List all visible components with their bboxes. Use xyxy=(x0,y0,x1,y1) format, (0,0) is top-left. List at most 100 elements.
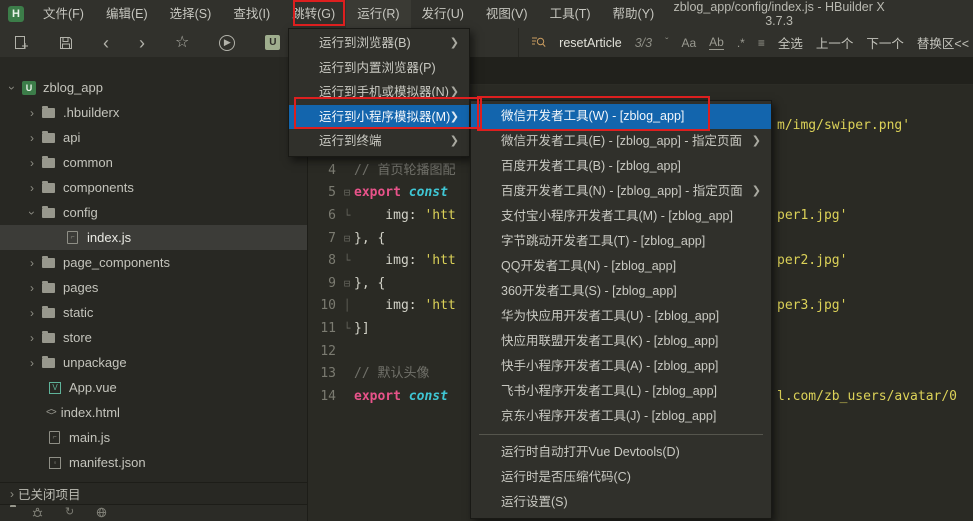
tree-folder-store[interactable]: › store xyxy=(0,325,307,350)
code-comment: // 默认头像 xyxy=(354,363,429,385)
search-query[interactable]: resetArticle xyxy=(559,36,622,50)
tree-folder-pages[interactable]: › pages xyxy=(0,275,307,300)
chevron-right-icon[interactable]: › xyxy=(26,281,38,295)
multiline-toggle-icon[interactable]: ≡ xyxy=(758,36,765,50)
menu-run[interactable]: 运行(R) xyxy=(346,0,410,28)
menu-item-run-terminal[interactable]: 运行到终端 ❯ xyxy=(289,129,469,154)
new-file-icon[interactable] xyxy=(14,35,29,50)
tree-folder-unpackage[interactable]: › unpackage xyxy=(0,350,307,375)
next-button[interactable]: 下一个 xyxy=(866,33,904,52)
chevron-down-icon[interactable]: › xyxy=(25,207,39,219)
chevron-right-icon[interactable]: › xyxy=(26,106,38,120)
previous-button[interactable]: 上一个 xyxy=(816,33,854,52)
folder-icon xyxy=(42,183,55,193)
tree-folder-page-components[interactable]: › page_components xyxy=(0,250,307,275)
submenu-arrow-icon: ❯ xyxy=(450,105,459,130)
code-fragment: per2.jpg' xyxy=(777,250,847,272)
refresh-icon[interactable]: ↻ xyxy=(65,507,74,518)
favorite-star-icon[interactable]: ☆ xyxy=(175,35,189,51)
code-fragment: l.com/zb_users/avatar/0 xyxy=(777,386,957,408)
chevron-right-icon[interactable]: › xyxy=(26,256,38,270)
menu-edit[interactable]: 编辑(E) xyxy=(95,0,159,28)
replace-zone-button[interactable]: 替换区<< xyxy=(917,33,969,52)
submenu-arrow-icon: ❯ xyxy=(752,129,761,154)
chevron-right-icon[interactable]: › xyxy=(26,356,38,370)
back-icon[interactable]: ‹ xyxy=(103,34,109,52)
submenu-item-360-devtools[interactable]: 360开发者工具(S) - [zblog_app] xyxy=(471,279,771,304)
project-explorer: › U zblog_app › .hbuilderx › api › commo… xyxy=(0,57,308,521)
tree-file-indexhtml[interactable]: <> index.html xyxy=(0,400,307,425)
run-icon[interactable]: ▶ xyxy=(219,35,235,51)
menu-item-run-miniprogram-simulator[interactable]: 运行到小程序模拟器(M) ❯ xyxy=(289,105,469,130)
menu-item-run-browser[interactable]: 运行到浏览器(B) ❯ xyxy=(289,31,469,56)
menu-file[interactable]: 文件(F) xyxy=(32,0,95,28)
bug-icon[interactable] xyxy=(32,507,43,521)
submenu-item-qq-devtools[interactable]: QQ开发者工具(N) - [zblog_app] xyxy=(471,254,771,279)
chevron-right-icon[interactable]: › xyxy=(26,156,38,170)
chevron-right-icon[interactable]: › xyxy=(26,131,38,145)
closed-projects-row[interactable]: › 已关闭项目 xyxy=(0,482,307,504)
find-bar: resetArticle 3/3 ˇ Aa Ab .* ≡ 全选 上一个 下一个… xyxy=(518,28,973,57)
tree-file-appvue[interactable]: V App.vue xyxy=(0,375,307,400)
tree-folder-common[interactable]: › common xyxy=(0,150,307,175)
menu-find[interactable]: 查找(I) xyxy=(222,0,281,28)
code-fragment: per1.jpg' xyxy=(777,205,847,227)
fold-open-icon[interactable]: ⊟ xyxy=(340,273,354,295)
submenu-item-baidu-devtools[interactable]: 百度开发者工具(B) - [zblog_app] xyxy=(471,154,771,179)
menu-tools[interactable]: 工具(T) xyxy=(539,0,602,28)
submenu-item-compress-code[interactable]: 运行时是否压缩代码(C) xyxy=(471,465,771,490)
chevron-right-icon[interactable]: › xyxy=(26,331,38,345)
menu-select[interactable]: 选择(S) xyxy=(159,0,223,28)
chevron-down-icon[interactable]: › xyxy=(5,82,19,94)
tree-folder-static[interactable]: › static xyxy=(0,300,307,325)
search-icon[interactable] xyxy=(531,35,546,50)
submenu-item-alipay-devtools[interactable]: 支付宝小程序开发者工具(M) - [zblog_app] xyxy=(471,204,771,229)
menu-item-run-builtin-browser[interactable]: 运行到内置浏览器(P) xyxy=(289,56,469,81)
folder-icon xyxy=(42,258,55,268)
miniprogram-submenu: 微信开发者工具(W) - [zblog_app] 微信开发者工具(E) - [z… xyxy=(470,100,772,519)
fold-open-icon[interactable]: ⊟ xyxy=(340,182,354,204)
save-icon[interactable] xyxy=(59,36,73,50)
tree-folder-api[interactable]: › api xyxy=(0,125,307,150)
js-file-icon: ⌐ xyxy=(49,431,60,444)
submenu-item-huawei-quickapp-devtools[interactable]: 华为快应用开发者工具(U) - [zblog_app] xyxy=(471,304,771,329)
folder-icon xyxy=(42,358,55,368)
tree-file-indexjs-selected[interactable]: ⌐ index.js xyxy=(0,225,307,250)
tree-folder-config[interactable]: › config xyxy=(0,200,307,225)
run-menu: 运行到浏览器(B) ❯ 运行到内置浏览器(P) 运行到手机或模拟器(N) ❯ 运… xyxy=(288,28,470,157)
chevron-right-icon[interactable]: › xyxy=(26,181,38,195)
submenu-item-auto-open-vue-devtools[interactable]: 运行时自动打开Vue Devtools(D) xyxy=(471,440,771,465)
menu-goto[interactable]: 跳转(G) xyxy=(281,0,346,28)
globe-icon[interactable] xyxy=(96,507,107,521)
chevron-down-icon[interactable]: ˇ xyxy=(665,37,668,48)
submenu-item-run-settings[interactable]: 运行设置(S) xyxy=(471,490,771,515)
tree-file-mainjs[interactable]: ⌐ main.js xyxy=(0,425,307,450)
menu-help[interactable]: 帮助(Y) xyxy=(602,0,666,28)
tree-folder-hbuilderx[interactable]: › .hbuilderx xyxy=(0,100,307,125)
whole-word-toggle[interactable]: Ab xyxy=(709,35,724,50)
submenu-item-wechat-devtools[interactable]: 微信开发者工具(W) - [zblog_app] xyxy=(471,104,771,129)
submenu-arrow-icon: ❯ xyxy=(450,80,459,105)
submenu-item-kuaishou-devtools[interactable]: 快手小程序开发者工具(A) - [zblog_app] xyxy=(471,354,771,379)
match-case-toggle[interactable]: Aa xyxy=(681,36,696,50)
submenu-item-wechat-devtools-page[interactable]: 微信开发者工具(E) - [zblog_app] - 指定页面 ❯ xyxy=(471,129,771,154)
submenu-item-quickapp-alliance-devtools[interactable]: 快应用联盟开发者工具(K) - [zblog_app] xyxy=(471,329,771,354)
hbuilder-badge-icon[interactable]: U xyxy=(265,35,280,50)
tree-file-manifestjson[interactable]: ◦ manifest.json xyxy=(0,450,307,475)
chevron-right-icon[interactable]: › xyxy=(26,306,38,320)
menu-view[interactable]: 视图(V) xyxy=(475,0,539,28)
submenu-item-feishu-devtools[interactable]: 飞书小程序开发者工具(L) - [zblog_app] xyxy=(471,379,771,404)
folder-icon xyxy=(42,333,55,343)
code-keyword: export xyxy=(354,386,401,408)
menu-publish[interactable]: 发行(U) xyxy=(411,0,475,28)
submenu-item-baidu-devtools-page[interactable]: 百度开发者工具(N) - [zblog_app] - 指定页面 ❯ xyxy=(471,179,771,204)
menu-item-run-phone-emulator[interactable]: 运行到手机或模拟器(N) ❯ xyxy=(289,80,469,105)
tree-project-root[interactable]: › U zblog_app xyxy=(0,75,307,100)
regex-toggle[interactable]: .* xyxy=(737,36,745,50)
submenu-item-bytedance-devtools[interactable]: 字节跳动开发者工具(T) - [zblog_app] xyxy=(471,229,771,254)
tree-folder-components[interactable]: › components xyxy=(0,175,307,200)
select-all-button[interactable]: 全选 xyxy=(778,33,803,52)
submenu-item-jd-devtools[interactable]: 京东小程序开发者工具(J) - [zblog_app] xyxy=(471,404,771,429)
forward-icon[interactable]: › xyxy=(139,34,145,52)
fold-open-icon[interactable]: ⊟ xyxy=(340,228,354,250)
